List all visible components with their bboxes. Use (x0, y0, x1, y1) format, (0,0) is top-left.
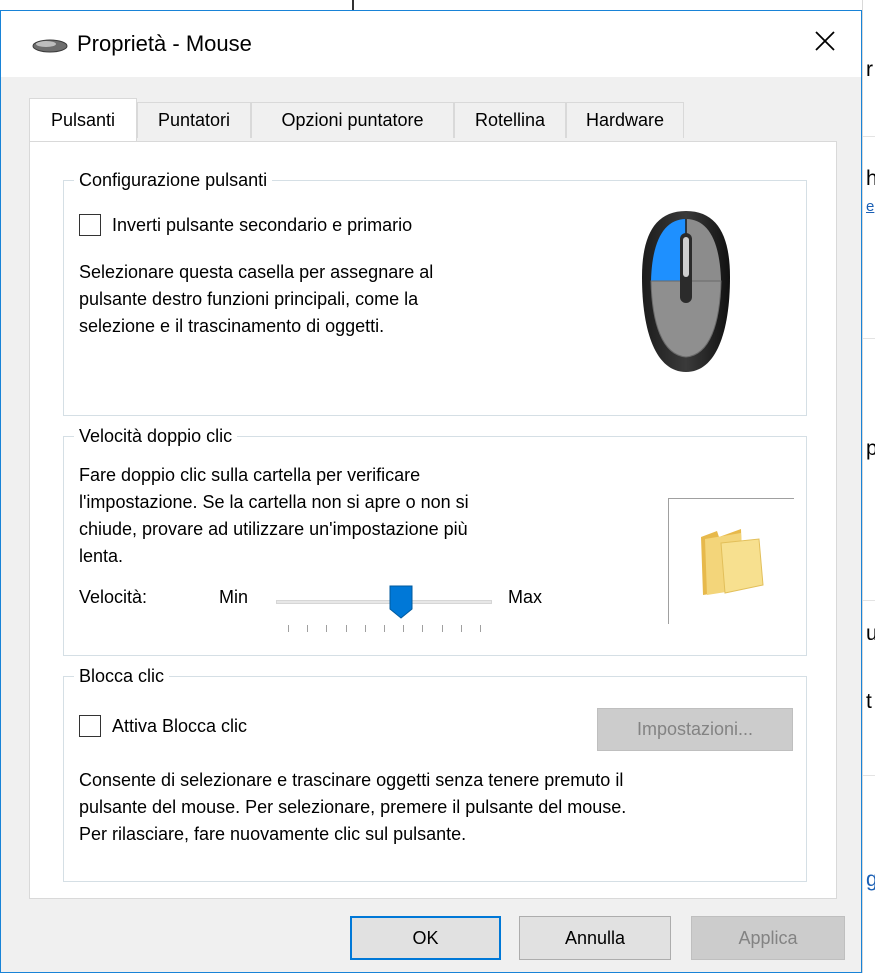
click-lock-label[interactable]: Attiva Blocca clic (112, 714, 247, 738)
slider-tick (422, 625, 424, 632)
background-text-fragment: p (866, 437, 875, 460)
tab-opzioni-puntatore[interactable]: Opzioni puntatore (251, 102, 454, 138)
double-click-speed-slider[interactable] (276, 585, 492, 635)
mouse-illustration-icon (636, 207, 736, 382)
background-text-fragment: h (866, 167, 875, 190)
window-title: Proprietà - Mouse (77, 31, 252, 56)
slider-track[interactable] (276, 600, 492, 604)
button-config-description-line: pulsante destro funzioni principali, com… (79, 289, 419, 309)
slider-tick (326, 625, 328, 632)
cancel-button[interactable]: Annulla (519, 916, 671, 960)
tab-pulsanti[interactable]: Pulsanti (29, 98, 137, 141)
click-lock-checkbox[interactable] (79, 715, 101, 737)
swap-buttons-label[interactable]: Inverti pulsante secondario e primario (112, 213, 412, 237)
double-click-description-line: Fare doppio clic sulla cartella per veri… (79, 465, 421, 485)
slider-max-label: Max (508, 587, 543, 607)
tab-panel-pulsanti: Configurazione pulsanti Inverti pulsante… (29, 141, 837, 899)
tab-puntatori[interactable]: Puntatori (137, 102, 251, 138)
slider-tick (403, 625, 405, 632)
background-separator (863, 338, 875, 339)
slider-tick (288, 625, 289, 632)
group-button-configuration: Configurazione pulsanti Inverti pulsante… (63, 168, 807, 416)
slider-tick (480, 625, 481, 632)
button-config-description-line: Selezionare questa casella per assegnare… (79, 262, 434, 282)
mouse-properties-dialog: Proprietà - Mouse Pulsanti Puntatori Opz… (0, 10, 862, 973)
folder-icon[interactable] (697, 529, 765, 600)
background-separator (863, 775, 875, 776)
group-title: Configurazione pulsanti (74, 168, 273, 192)
slider-tick (460, 625, 462, 632)
background-window (862, 0, 875, 973)
background-text-fragment: t (866, 690, 872, 713)
background-link-fragment[interactable]: g (866, 868, 875, 892)
background-text-fragment: u (866, 622, 875, 645)
ok-button[interactable]: OK (350, 916, 501, 960)
slider-tick (364, 625, 366, 632)
background-separator (863, 136, 875, 137)
speed-label: Velocità: (79, 587, 148, 607)
apply-button[interactable]: Applica (691, 916, 845, 960)
background-text-fragment: r (866, 58, 873, 81)
slider-tick (441, 625, 443, 632)
slider-tick (307, 625, 309, 632)
group-click-lock: Blocca clic Attiva Blocca clic Impostazi… (63, 664, 807, 882)
title-bar[interactable]: Proprietà - Mouse (1, 11, 861, 77)
background-separator (863, 600, 875, 601)
close-icon (814, 30, 836, 57)
double-click-description-line: chiude, provare ad utilizzare un'imposta… (79, 519, 468, 539)
tab-hardware[interactable]: Hardware (566, 102, 684, 138)
mouse-icon (31, 37, 69, 58)
button-config-description-line: selezione e il trascinamento di oggetti. (79, 316, 385, 336)
click-lock-description-line: pulsante del mouse. Per selezionare, pre… (79, 797, 627, 817)
group-title: Blocca clic (74, 664, 170, 688)
double-click-description-line: lenta. (79, 546, 124, 566)
slider-min-label: Min (219, 587, 249, 607)
click-lock-description-line: Per rilasciare, fare nuovamente clic sul… (79, 824, 467, 844)
click-lock-settings-button[interactable]: Impostazioni... (597, 708, 793, 751)
swap-buttons-checkbox[interactable] (79, 214, 101, 236)
slider-tick (384, 625, 385, 632)
tab-rotellina[interactable]: Rotellina (454, 102, 566, 138)
double-click-test-area[interactable] (668, 498, 794, 624)
background-text-fragment: e (866, 198, 875, 215)
slider-thumb[interactable] (389, 585, 413, 624)
slider-tick (345, 625, 347, 632)
group-title: Velocità doppio clic (74, 424, 238, 448)
double-click-description-line: l'impostazione. Se la cartella non si ap… (79, 492, 469, 512)
close-button[interactable] (807, 25, 843, 61)
click-lock-description-line: Consente di selezionare e trascinare ogg… (79, 770, 624, 790)
